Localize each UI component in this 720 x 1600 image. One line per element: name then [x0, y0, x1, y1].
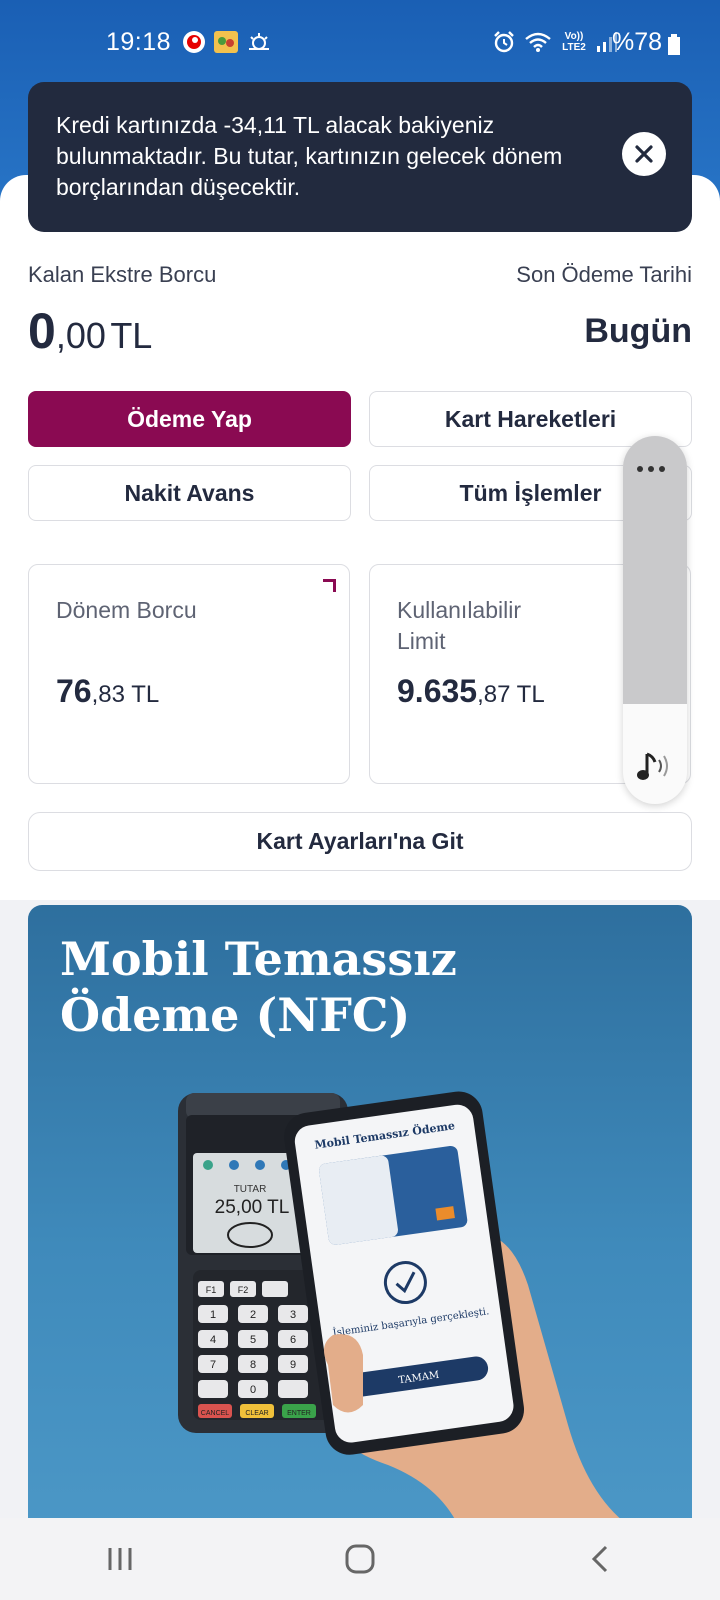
network-type-label: Vo)) LTE2 [562, 31, 586, 53]
pos-key-8: 8 [250, 1359, 256, 1371]
system-navigation-bar [0, 1518, 720, 1600]
status-notification-icons [182, 30, 272, 54]
pos-key-1: 1 [210, 1309, 216, 1321]
recent-apps-button[interactable] [60, 1529, 180, 1589]
cash-advance-button[interactable]: Nakit Avans [28, 465, 351, 521]
period-debt-decimal: ,83 TL [91, 681, 160, 708]
period-debt-card[interactable]: Dönem Borcu 76,83 TL [28, 564, 350, 784]
status-system-icons: Vo)) LTE2 [492, 30, 618, 54]
pos-key-3: 3 [290, 1309, 296, 1321]
more-options-icon[interactable] [637, 466, 665, 472]
pos-key-f2: F2 [238, 1285, 249, 1295]
pos-key-enter: ENTER [287, 1410, 311, 1417]
due-date-value: Bugün [584, 312, 692, 350]
pos-amount: 25,00 TL [215, 1197, 290, 1218]
pos-key-6: 6 [290, 1334, 296, 1346]
pos-key-4: 4 [210, 1334, 216, 1346]
remaining-statement-label: Kalan Ekstre Borcu [28, 262, 217, 287]
game-icon [214, 31, 238, 53]
available-limit-integer: 9.635 [397, 673, 478, 709]
amount-integer: 0 [28, 303, 56, 359]
status-bar: 19:18 Vo)) LTE2 %78 [0, 0, 720, 88]
battery-percent: %78 [612, 28, 663, 56]
amount-currency: TL [110, 315, 153, 356]
expand-corner-icon [323, 579, 336, 592]
pos-key-2: 2 [250, 1309, 256, 1321]
alarm-icon [494, 31, 514, 53]
pos-key-f1: F1 [206, 1285, 217, 1295]
floating-media-widget[interactable] [623, 436, 687, 804]
due-date-label: Son Ödeme Tarihi [516, 262, 692, 287]
available-limit-label: Kullanılabilir Limit [397, 597, 522, 654]
period-debt-amount: 76,83 TL [56, 673, 159, 710]
period-debt-label: Dönem Borcu [56, 597, 197, 623]
available-limit-amount: 9.635,87 TL [397, 673, 545, 710]
credit-balance-toast: Kredi kartınızda -34,11 TL alacak bakiye… [28, 82, 692, 232]
vodafone-icon [183, 31, 205, 53]
close-icon [635, 145, 653, 163]
home-icon [345, 1544, 375, 1574]
pos-amount-label: TUTAR [234, 1184, 267, 1195]
remaining-statement-amount: 0,00 TL [28, 302, 152, 360]
pos-key-clear: CLEAR [245, 1410, 268, 1417]
status-time: 19:18 [106, 28, 172, 56]
pos-key-0: 0 [250, 1384, 256, 1396]
period-debt-integer: 76 [56, 673, 92, 709]
battery-icon [668, 34, 680, 55]
pos-key-5: 5 [250, 1334, 256, 1346]
floating-widget-volume-track[interactable] [623, 436, 687, 704]
available-limit-decimal: ,87 TL [477, 681, 545, 708]
home-button[interactable] [300, 1529, 420, 1589]
weather-icon [249, 33, 269, 50]
nfc-illustration: TUTAR 25,00 TL 1 2 3 4 5 6 7 8 9 0 F1 F2… [178, 1091, 628, 1525]
pos-key-7: 7 [210, 1359, 216, 1371]
amount-decimal: ,00 [55, 315, 106, 356]
back-button[interactable] [540, 1529, 660, 1589]
music-note-icon[interactable] [635, 750, 675, 784]
back-icon [591, 1545, 608, 1573]
card-settings-button[interactable]: Kart Ayarları'na Git [28, 812, 692, 871]
recent-apps-icon [108, 1548, 132, 1570]
pay-button[interactable]: Ödeme Yap [28, 391, 351, 447]
pos-key-cancel: CANCEL [201, 1410, 230, 1417]
toast-message: Kredi kartınızda -34,11 TL alacak bakiye… [56, 112, 563, 200]
toast-close-button[interactable] [622, 132, 666, 176]
nfc-promo-banner[interactable]: Mobil Temassız Ödeme (NFC) TUTAR 25,00 T… [28, 905, 692, 1525]
wifi-icon [525, 32, 551, 52]
pos-key-9: 9 [290, 1359, 296, 1371]
